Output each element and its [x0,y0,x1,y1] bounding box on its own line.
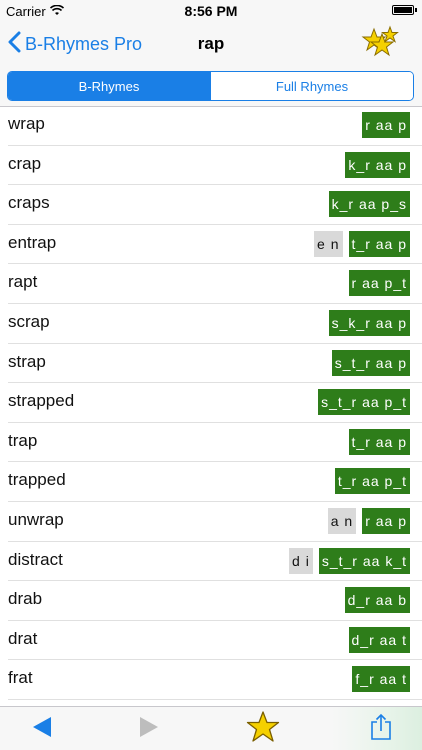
app-screen: Carrier 8:56 PM B-Rhymes Pro rap B-Rhyme… [0,0,422,750]
rhyme-row[interactable]: strapped s_t_r aa p_t [8,383,422,423]
rhyme-phoneme-chip: d_r aa b [344,587,410,614]
favorite-button[interactable] [246,710,280,748]
rhyme-word: wrap [8,114,45,133]
rhyme-row[interactable]: crap k_r aa p [8,146,422,186]
rhyme-row[interactable]: trap t_r aa p [8,423,422,463]
segment-bar: B-Rhymes Full Rhymes [0,66,422,107]
rhyme-word: unwrap [8,509,64,529]
rhyme-phoneme-chip: k_r aa p_s [328,191,410,218]
battery-icon [392,5,414,15]
phoneme-chips: t_r aa p [348,428,410,455]
rhyme-list[interactable]: wrap r aa p crap k_r aa p craps k_r aa p_sent… [0,106,422,706]
rhyme-word: trap [8,430,38,450]
status-time: 8:56 PM [184,3,238,19]
rhyme-phoneme-chip: s_k_r aa p [328,309,410,336]
phoneme-chips: s_t_r aa p [331,349,410,376]
rhyme-word: crap [8,153,42,173]
rhyme-phoneme-chip: d_r aa t [348,626,410,653]
segment-b-rhymes[interactable]: B-Rhymes [8,72,210,100]
rhyme-word: frat [8,668,33,688]
rhyme-row[interactable]: distract d i s_t_r aa k_t [8,542,422,582]
rhyme-phoneme-chip: t_r aa p [348,428,410,455]
rhyme-row[interactable]: drat d_r aa t [8,621,422,661]
rhyme-row[interactable]: rapt r aa p_t [8,264,422,304]
favorites-button[interactable] [360,25,400,61]
rhyme-phoneme-chip: r aa p [362,112,410,138]
status-bar: Carrier 8:56 PM [0,0,422,22]
prefix-phoneme-chip: a n [327,507,357,534]
rhyme-word: entrap [8,232,57,252]
rhyme-word: drat [8,628,38,648]
phoneme-chips: a nr aa p [327,507,410,534]
back-button-label: B-Rhymes Pro [25,34,143,54]
navigation-bar: B-Rhymes Pro rap [0,22,422,66]
prefix-phoneme-chip: d i [289,547,313,574]
rhyme-phoneme-chip: k_r aa p [345,151,410,178]
rhyme-phoneme-chip: s_t_r aa p_t [318,389,410,416]
bottom-toolbar [0,706,422,750]
phoneme-chips: r aa p [362,112,410,138]
rhyme-row[interactable]: craps k_r aa p_s [8,185,422,225]
rhyme-word: strapped [8,391,75,411]
rhyme-row[interactable]: frat f_r aa t [8,660,422,700]
rhyme-phoneme-chip: s_t_r aa p [331,349,410,376]
share-icon [370,713,392,746]
rhyme-word: distract [8,549,63,569]
rhyme-phoneme-chip: r aa p_t [348,270,410,297]
rhyme-word: craps [8,193,50,213]
rhyme-word: trapped [8,470,66,490]
phoneme-chips: s_t_r aa p_t [318,389,410,416]
next-button[interactable] [133,713,165,745]
rhyme-word: rapt [8,272,38,292]
rhyme-type-segmented-control: B-Rhymes Full Rhymes [7,71,414,101]
stars-icon [360,25,400,65]
rhyme-word: strap [8,351,46,371]
rhyme-row[interactable]: drab d_r aa b [8,581,422,621]
chevron-left-icon [8,31,21,58]
share-button[interactable] [365,713,397,745]
rhyme-phoneme-chip: f_r aa t [352,666,410,693]
phoneme-chips: t_r aa p_t [334,468,410,495]
rhyme-row[interactable]: entrap e n t_r aa p [8,225,422,265]
prefix-phoneme-chip: e n [314,230,343,257]
rhyme-row[interactable]: scrap s_k_r aa p [8,304,422,344]
rhyme-phoneme-chip: t_r aa p_t [334,468,410,495]
battery-tip [415,8,417,12]
back-button[interactable]: B-Rhymes Pro [8,31,142,58]
back-arrow-icon [31,715,53,744]
phoneme-chips: d_r aa t [348,626,410,653]
phoneme-chips: k_r aa p [345,151,410,178]
phoneme-chips: k_r aa p_s [328,191,410,218]
forward-arrow-icon [138,715,160,744]
rhyme-row[interactable]: strap s_t_r aa p [8,344,422,384]
rhyme-row[interactable]: trapped t_r aa p_t [8,462,422,502]
star-icon [246,710,280,748]
rhyme-phoneme-chip: r aa p [362,507,410,534]
phoneme-chips: d i s_t_r aa k_t [289,547,410,574]
phoneme-chips: d_r aa b [344,587,410,614]
previous-button[interactable] [26,713,58,745]
phoneme-chips: r aa p_t [348,270,410,297]
rhyme-phoneme-chip: s_t_r aa k_t [318,547,410,574]
rhyme-row[interactable]: wrap r aa p [8,106,422,146]
phoneme-chips: s_k_r aa p [328,309,410,336]
rhyme-phoneme-chip: t_r aa p [348,230,410,257]
phoneme-chips: f_r aa t [352,666,410,693]
segment-full-rhymes[interactable]: Full Rhymes [210,72,413,100]
phoneme-chips: e n t_r aa p [314,230,410,257]
rhyme-word: scrap [8,311,50,331]
rhyme-word: drab [8,589,43,609]
rhyme-row[interactable]: unwrap a nr aa p [8,502,422,542]
